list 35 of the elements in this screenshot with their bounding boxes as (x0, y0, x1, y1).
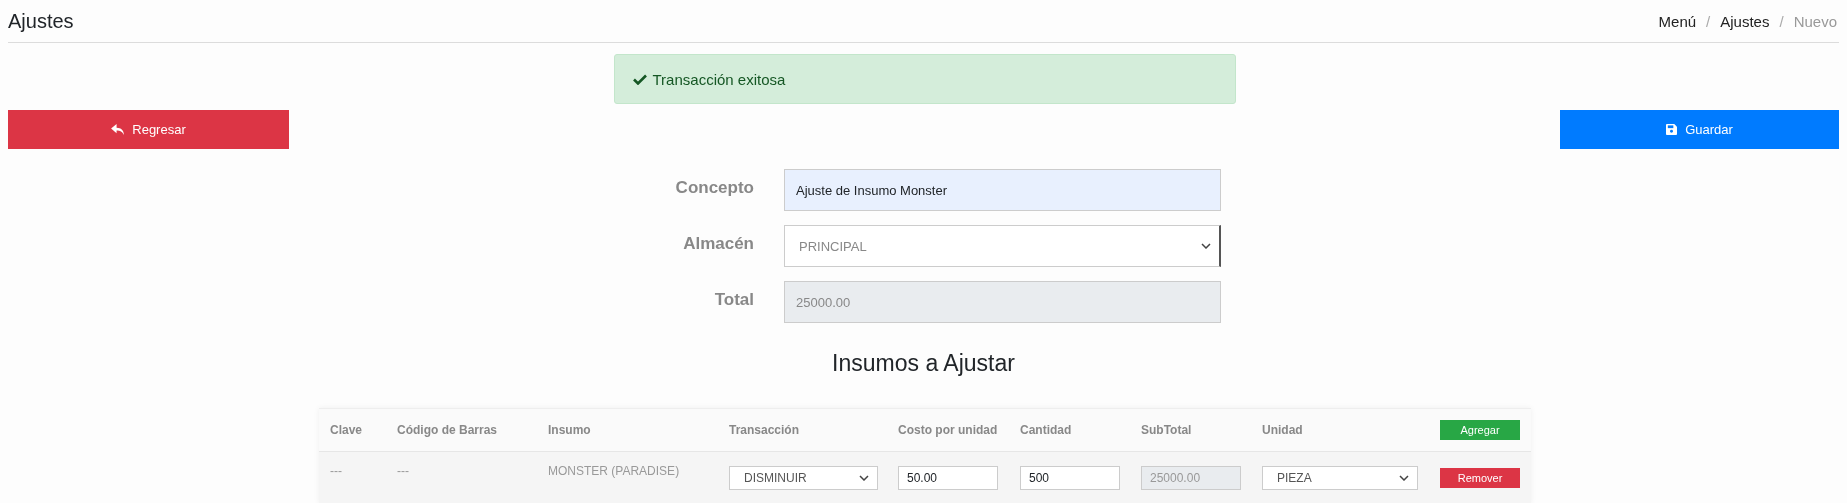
column-header: Insumo (547, 423, 592, 437)
column-header: Clave (329, 423, 364, 437)
remove-button[interactable]: Remover (1440, 468, 1520, 488)
save-button[interactable]: Guardar (1560, 110, 1839, 149)
table-cell-text: --- (396, 463, 410, 478)
table-cell-text: --- (329, 463, 343, 478)
section-title: Insumos a Ajustar (831, 349, 1016, 378)
page-title: Ajustes (8, 9, 74, 33)
check-icon (632, 73, 647, 85)
breadcrumb-separator: / (1779, 12, 1784, 30)
reply-arrow-icon (111, 124, 125, 135)
field-label: Total (713, 289, 754, 311)
concept-input[interactable]: Ajuste de Insumo Monster (784, 169, 1221, 211)
column-header: Cantidad (1019, 423, 1073, 437)
breadcrumb-link[interactable]: Menú (1658, 12, 1697, 30)
column-header: Transacción (728, 423, 801, 437)
chevron-down-icon (859, 475, 869, 481)
breadcrumb-link[interactable]: Ajustes (1720, 12, 1770, 30)
quantity-input[interactable]: 500 (1020, 466, 1120, 490)
chevron-down-icon (1399, 475, 1409, 481)
column-header: Costo por unidad (897, 423, 999, 437)
field-label: Concepto (674, 177, 754, 199)
column-header: Código de Barras (396, 423, 499, 437)
chevron-down-icon (1201, 243, 1211, 249)
field-label: Almacén (682, 233, 754, 255)
column-header: Unidad (1261, 423, 1304, 437)
success-alert: Transacción exitosa (613, 54, 1236, 104)
transaction-select[interactable]: DISMINUIR (729, 466, 878, 490)
breadcrumb-separator: / (1706, 12, 1711, 30)
column-header: SubTotal (1140, 423, 1193, 437)
cost-input[interactable]: 50.00 (898, 466, 998, 490)
back-button[interactable]: Regresar (8, 110, 289, 149)
warehouse-select[interactable]: PRINCIPAL (784, 225, 1221, 267)
unit-select[interactable]: PIEZA (1262, 466, 1418, 490)
table-cell-text: MONSTER (PARADISE) (547, 463, 681, 478)
